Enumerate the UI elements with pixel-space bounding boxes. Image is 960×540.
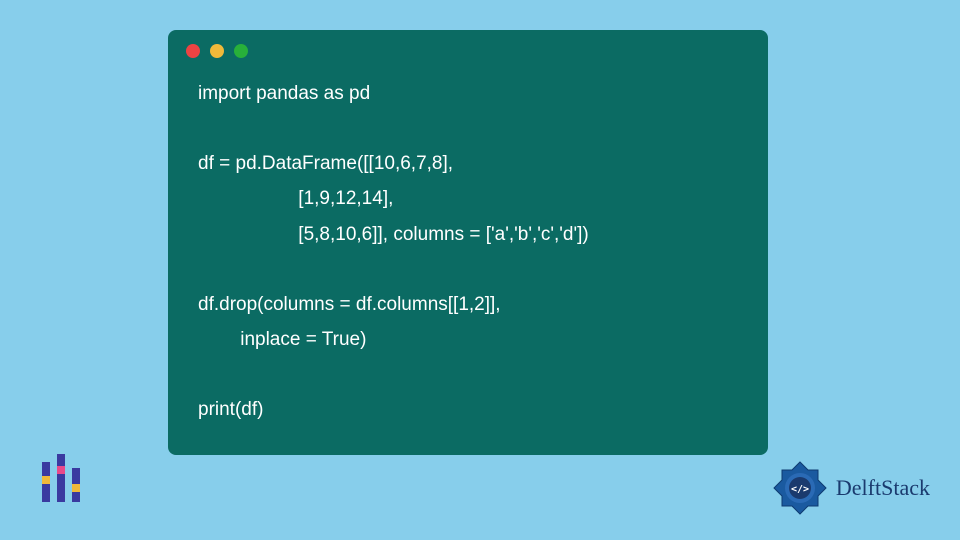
- brand-name: DelftStack: [836, 475, 930, 501]
- right-brand-logo: </> DelftStack: [770, 458, 930, 518]
- delftstack-badge-icon: </>: [770, 458, 830, 518]
- bars-logo-icon: [36, 454, 86, 510]
- code-line: import pandas as pd: [198, 83, 370, 104]
- close-icon: [186, 44, 200, 58]
- code-line: [5,8,10,6]], columns = ['a','b','c','d']…: [198, 224, 589, 245]
- code-line: print(df): [198, 399, 263, 420]
- code-window: import pandas as pd df = pd.DataFrame([[…: [168, 30, 768, 455]
- code-block: import pandas as pd df = pd.DataFrame([[…: [168, 66, 768, 455]
- maximize-icon: [234, 44, 248, 58]
- code-line: inplace = True): [198, 329, 366, 350]
- minimize-icon: [210, 44, 224, 58]
- svg-text:</>: </>: [791, 484, 809, 495]
- code-line: [1,9,12,14],: [198, 188, 393, 209]
- window-title-bar: [168, 30, 768, 66]
- code-line: df.drop(columns = df.columns[[1,2]],: [198, 294, 501, 315]
- left-brand-logo: [36, 454, 86, 510]
- code-line: df = pd.DataFrame([[10,6,7,8],: [198, 153, 453, 174]
